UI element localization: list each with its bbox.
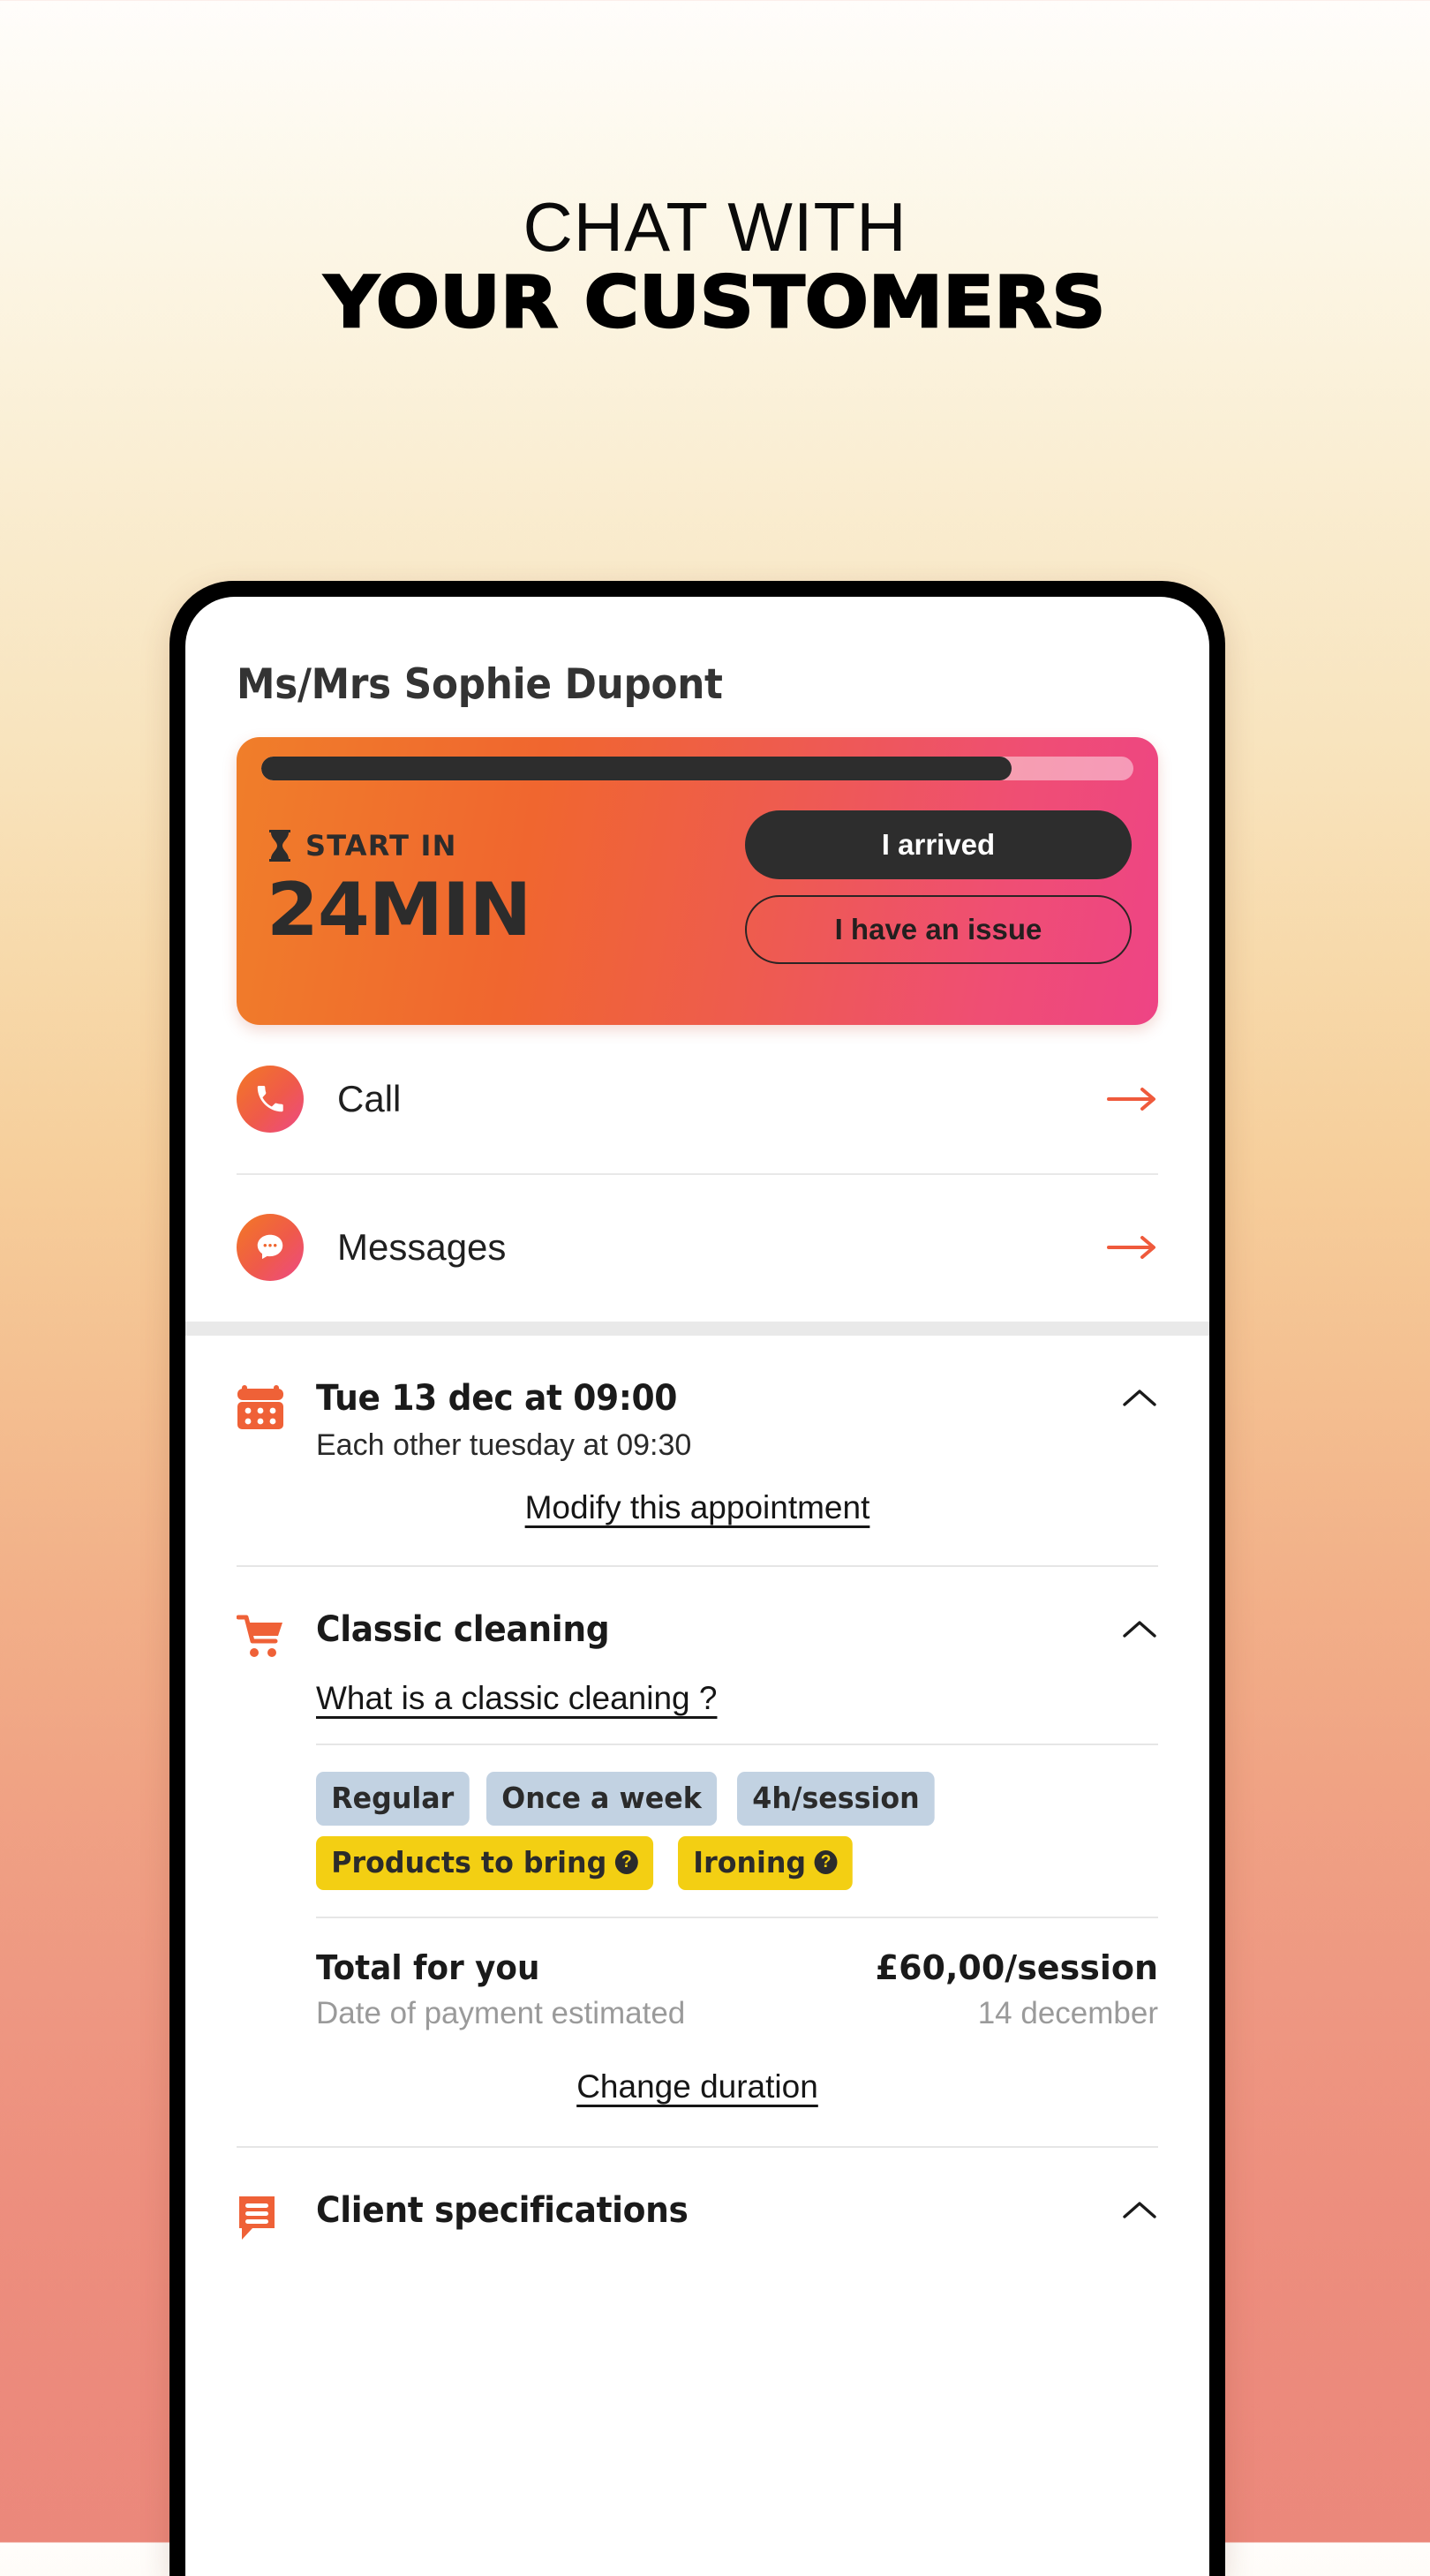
chip-once-a-week[interactable]: Once a week [485,1772,717,1826]
hourglass-icon [267,829,293,862]
chevron-up-icon-appointment[interactable] [1121,1378,1158,1410]
phone-frame: Ms/Mrs Sophie Dupont START IN 24MIN I ar… [169,581,1225,2576]
help-icon[interactable]: ? [614,1850,638,1874]
total-label: Total for you [316,1948,540,1987]
total-row: Total for you £60,00/session [316,1948,1158,1987]
help-icon[interactable]: ? [814,1850,838,1874]
chip-ironing[interactable]: Ironing ? [677,1836,853,1890]
countdown-progress-track [261,757,1133,780]
modify-appointment-link[interactable]: Modify this appointment [525,1489,870,1526]
chip-regular[interactable]: Regular [316,1772,470,1826]
chevron-up-icon-client-specs[interactable] [1121,2190,1158,2222]
chevron-up-icon-service[interactable] [1121,1609,1158,1641]
chip-label: 4h/session [751,1781,920,1815]
phone-screen: Ms/Mrs Sophie Dupont START IN 24MIN I ar… [185,597,1209,2576]
total-value: £60,00/session [875,1948,1158,1987]
arrow-right-icon-call [1107,1086,1158,1112]
chip-label: Regular [331,1781,455,1815]
client-name: Ms/Mrs Sophie Dupont [237,660,723,709]
appointment-section: Tue 13 dec at 09:00 Each other tuesday a… [185,1336,1209,1567]
what-is-classic-cleaning-link[interactable]: What is a classic cleaning ? [316,1680,717,1717]
arrow-right-icon-messages [1107,1234,1158,1261]
issue-button[interactable]: I have an issue [745,895,1132,964]
cart-icon [237,1609,288,1661]
service-title: Classic cleaning [316,1609,610,1650]
promo-headline: CHAT WITH YOUR CUSTOMERS [0,0,1430,342]
countdown-value: 24MIN [267,866,531,953]
phone-icon [237,1066,304,1133]
service-divider-1 [316,1744,1158,1745]
arrived-button[interactable]: I arrived [745,810,1132,879]
change-duration-link[interactable]: Change duration [576,2068,818,2105]
appointment-subtitle: Each other tuesday at 09:30 [316,1428,692,1462]
promo-headline-line1: CHAT WITH [523,188,907,266]
service-section: Classic cleaning What is a classic clean… [185,1567,1209,2148]
countdown-card: START IN 24MIN I arrived I have an issue [237,737,1158,1025]
totals-block: Total for you £60,00/session Date of pay… [316,1948,1158,2031]
countdown-progress-fill [261,757,1012,780]
section-divider-band [185,1322,1209,1336]
client-specifications-title: Client specifications [316,2190,689,2231]
contact-label-call: Call [337,1078,402,1119]
service-divider-2 [316,1917,1158,1918]
chip-label: Products to bring [331,1845,607,1879]
chip-label: Ironing [693,1845,807,1879]
chip-label: Once a week [501,1781,702,1815]
contact-label-messages: Messages [337,1226,507,1268]
countdown-label: START IN [305,828,457,862]
chip-4h-session[interactable]: 4h/session [736,1772,935,1826]
promo-headline-line2: YOUR CUSTOMERS [323,260,1106,343]
calendar-icon [237,1378,288,1431]
client-specifications-section: Client specifications [185,2148,1209,2243]
top-card: Ms/Mrs Sophie Dupont START IN 24MIN I ar… [185,597,1209,1322]
payment-row: Date of payment estimated 14 december [316,1996,1158,2031]
appointment-title: Tue 13 dec at 09:00 [316,1378,678,1419]
payment-value: 14 december [977,1996,1158,2030]
contact-row-messages[interactable]: Messages [237,1173,1158,1322]
chip-products-to-bring[interactable]: Products to bring ? [316,1836,654,1890]
contact-row-call[interactable]: Call [237,1025,1158,1173]
service-chip-list-secondary: Products to bring ? Ironing ? [316,1836,1158,1890]
service-chip-list: Regular Once a week 4h/session [316,1772,1158,1826]
payment-label: Date of payment estimated [316,1996,686,2030]
chat-bubble-icon [237,1214,304,1281]
speech-list-icon [237,2190,288,2243]
